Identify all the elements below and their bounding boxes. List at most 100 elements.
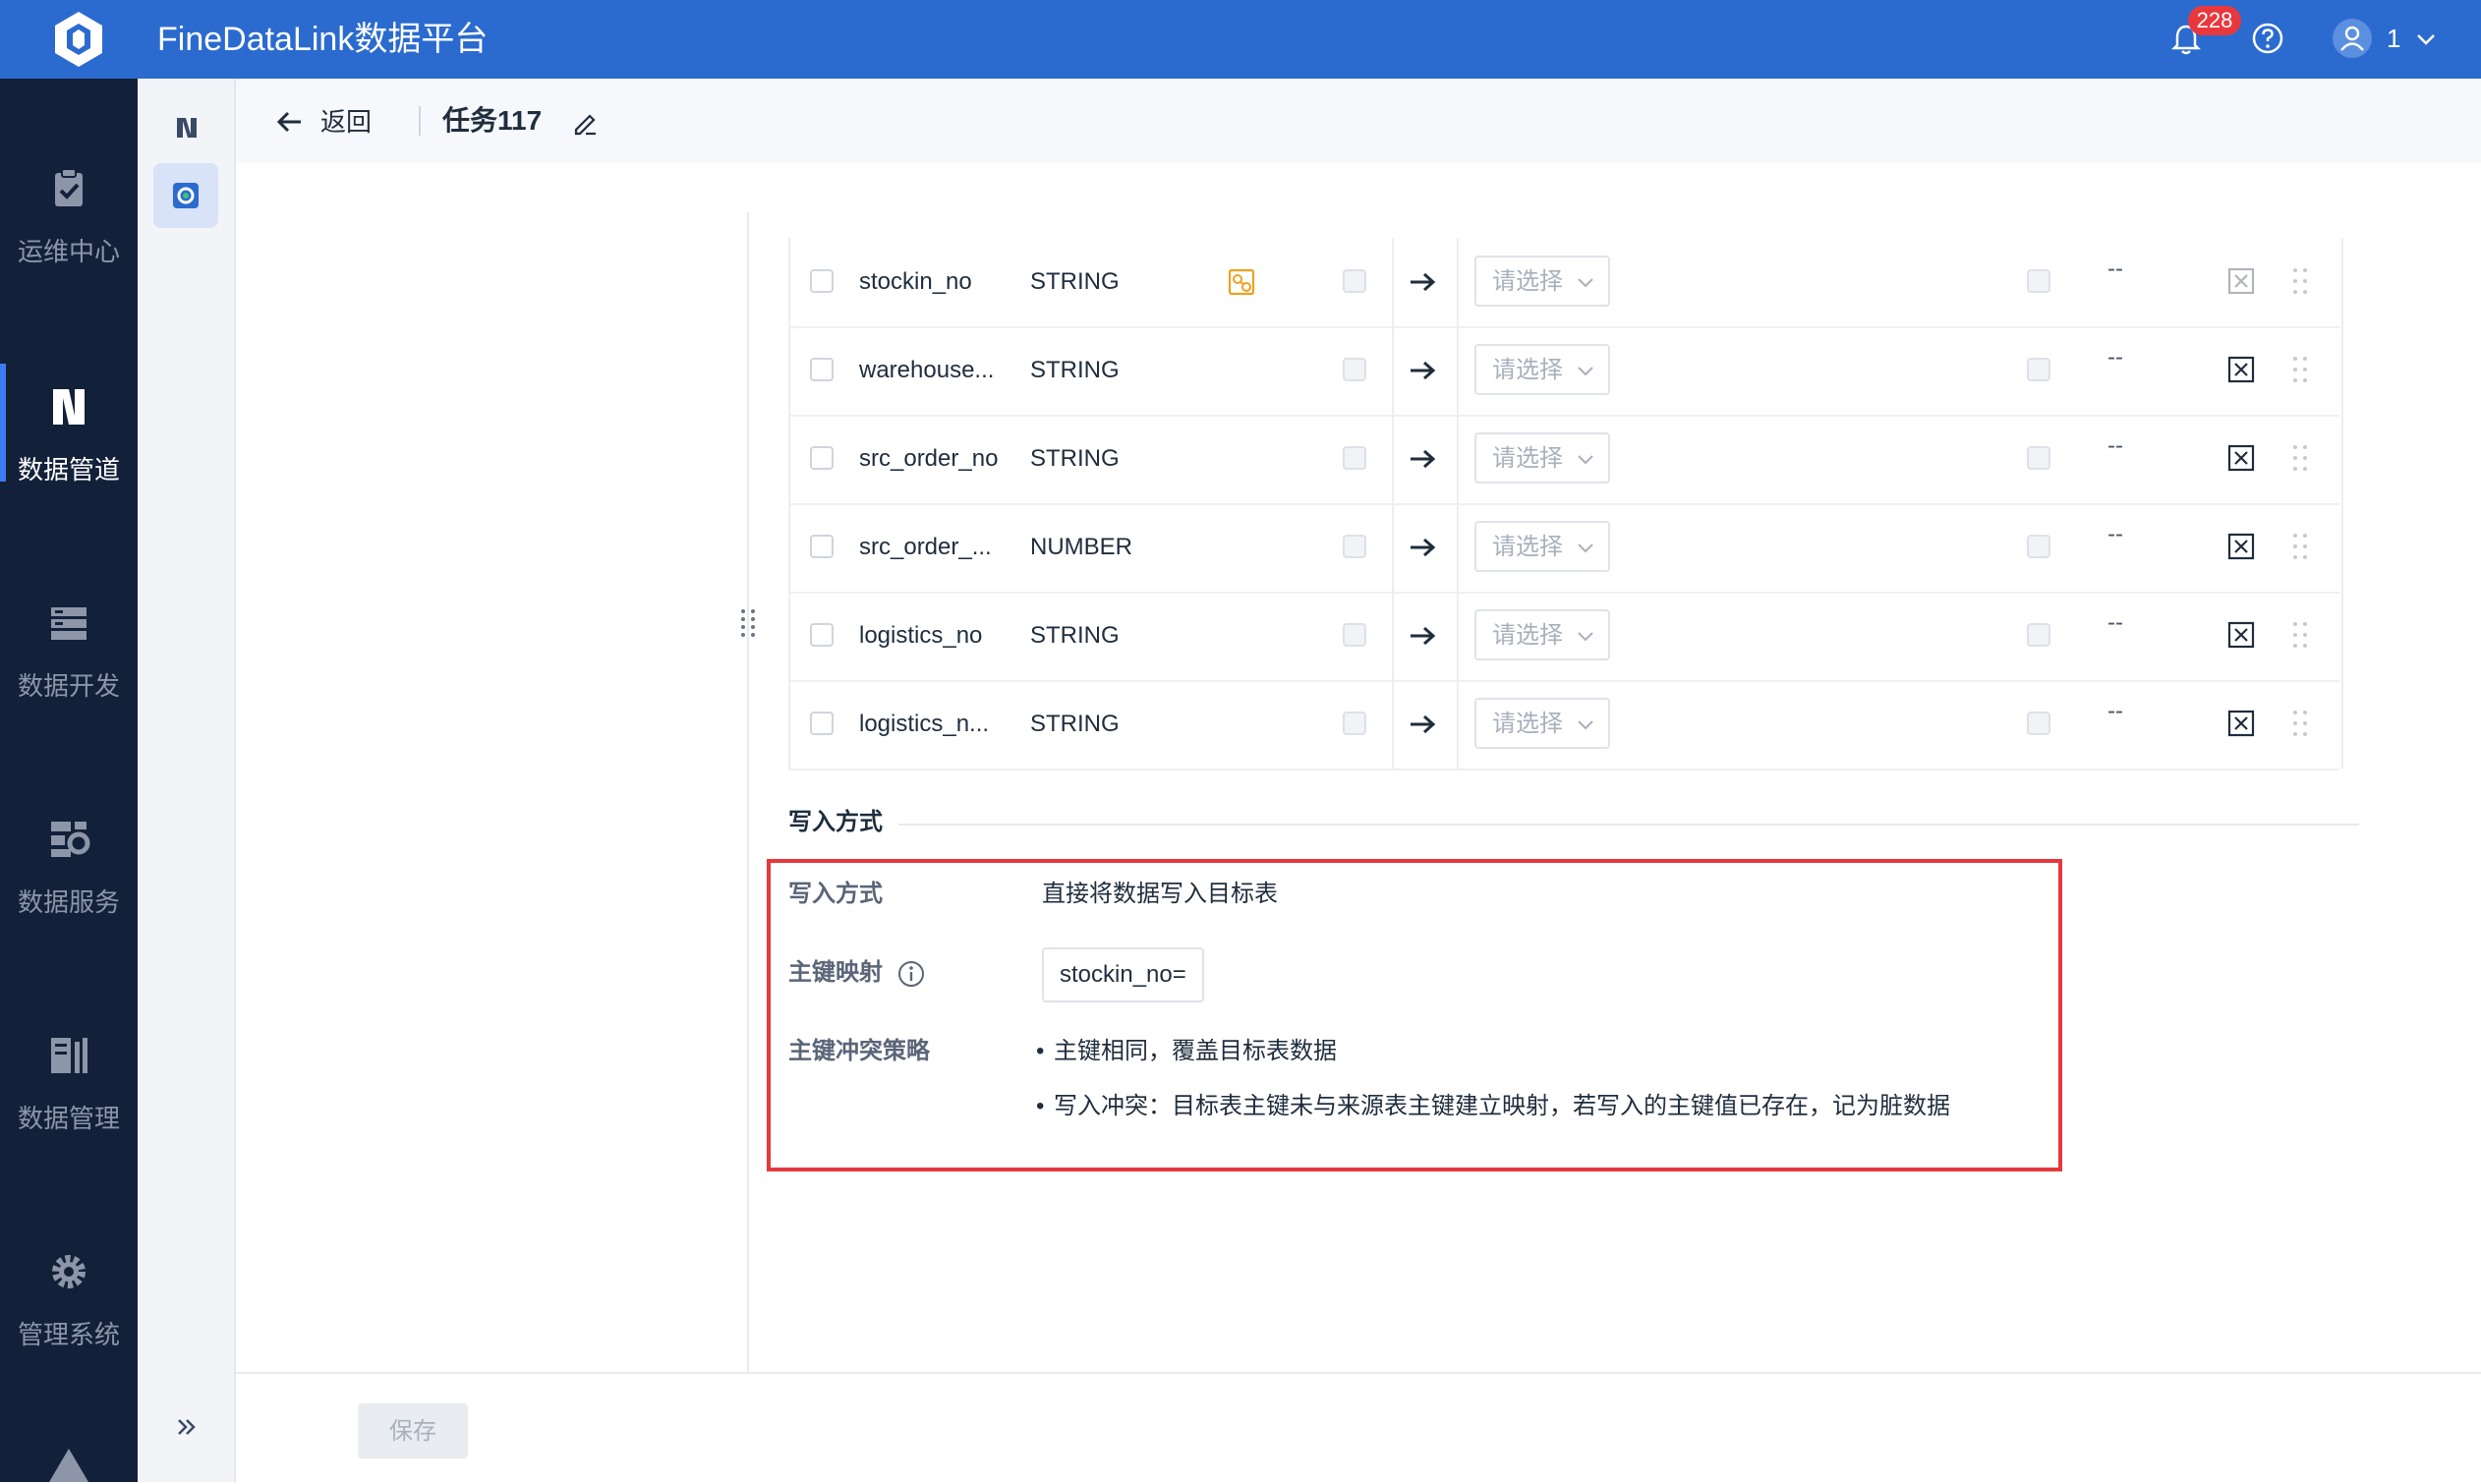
arrow-right-icon: [1411, 449, 1436, 469]
nullable-checkbox[interactable]: [1343, 623, 1366, 647]
target-checkbox[interactable]: [2027, 446, 2050, 470]
nav-label: 运维中心: [17, 237, 120, 266]
target-field: 请选择 --: [1457, 326, 2343, 415]
nullable-checkbox[interactable]: [1343, 446, 1366, 470]
target-field: 请选择 --: [1457, 238, 2343, 326]
drag-row-icon[interactable]: [2290, 442, 2310, 474]
target-field-select[interactable]: 请选择: [1474, 609, 1610, 660]
row-checkbox[interactable]: [810, 446, 834, 470]
expand-sidebar-icon[interactable]: [173, 1413, 201, 1441]
main-content: stockin_no STRING 请选择 -- warehouse... ST…: [236, 163, 2481, 1374]
top-bar: FineDataLink数据平台 228 1: [0, 0, 2481, 79]
select-placeholder: 请选择: [1492, 711, 1563, 737]
arrow-right-icon: [1411, 272, 1436, 292]
row-checkbox[interactable]: [810, 535, 834, 558]
nav-item-data-manage[interactable]: 数据管理: [0, 1012, 138, 1209]
delete-icon[interactable]: [2225, 354, 2257, 385]
nav-item-data-service[interactable]: 数据服务: [0, 796, 138, 993]
select-placeholder: 请选择: [1492, 445, 1563, 472]
delete-icon[interactable]: [2225, 619, 2257, 651]
gear-icon: [52, 1255, 86, 1288]
target-field: 请选择 --: [1457, 415, 2343, 503]
source-field: logistics_n... STRING: [788, 680, 1394, 769]
chevron-down-icon: [1578, 543, 1593, 553]
target-field-select[interactable]: 请选择: [1474, 256, 1610, 307]
save-button[interactable]: 保存: [358, 1403, 468, 1458]
info-icon[interactable]: [896, 959, 926, 989]
nav-label: 数据服务: [17, 887, 120, 917]
delete-icon[interactable]: [2225, 531, 2257, 562]
user-avatar-icon[interactable]: [2332, 18, 2373, 59]
source-field: src_order_no STRING: [788, 415, 1394, 503]
source-field: logistics_no STRING: [788, 592, 1394, 680]
pk-mapping-field[interactable]: stockin_no=: [1042, 947, 1204, 1002]
target-field-select[interactable]: 请选择: [1474, 521, 1610, 572]
target-checkbox[interactable]: [2027, 535, 2050, 558]
row-checkbox[interactable]: [810, 269, 834, 293]
sub-nav-active-item[interactable]: [153, 163, 218, 228]
field-name: stockin_no: [859, 268, 972, 295]
delete-icon[interactable]: [2225, 708, 2257, 739]
back-button[interactable]: 返回: [320, 106, 372, 138]
edit-icon[interactable]: [570, 108, 600, 138]
drag-row-icon[interactable]: [2290, 265, 2310, 297]
write-mode-value: 直接将数据写入目标表: [1042, 881, 1278, 907]
target-field-select[interactable]: 请选择: [1474, 432, 1610, 484]
row-checkbox[interactable]: [810, 358, 834, 381]
nav-item-data-pipeline[interactable]: 数据管道: [0, 364, 138, 560]
help-icon[interactable]: [2251, 22, 2284, 55]
drag-row-icon[interactable]: [2290, 531, 2310, 562]
chevron-down-icon[interactable]: [2412, 26, 2440, 53]
table-row: logistics_n... STRING 请选择 --: [788, 680, 2343, 771]
drag-row-icon[interactable]: [2290, 354, 2310, 385]
row-checkbox[interactable]: [810, 712, 834, 735]
page-header: 返回 任务117: [236, 79, 2481, 163]
chevron-down-icon: [1578, 278, 1593, 288]
field-type: STRING: [1030, 357, 1120, 383]
target-checkbox[interactable]: [2027, 712, 2050, 735]
write-section-title: 写入方式: [788, 809, 883, 835]
user-name[interactable]: 1: [2387, 22, 2400, 55]
left-nav: 运维中心 数据管道 数据开发 数据服务 数据管理 管理系统: [0, 79, 138, 1482]
drag-row-icon[interactable]: [2290, 619, 2310, 651]
nav-item-ops-center[interactable]: 运维中心: [0, 145, 138, 342]
target-field-select[interactable]: 请选择: [1474, 698, 1610, 749]
data-dev-icon: [51, 607, 87, 640]
nav-item-system[interactable]: 管理系统: [0, 1228, 138, 1425]
target-field: 请选择 --: [1457, 592, 2343, 680]
primary-key-icon[interactable]: [1227, 267, 1256, 297]
target-checkbox[interactable]: [2027, 623, 2050, 647]
write-mode-label: 写入方式: [788, 881, 883, 907]
table-row: src_order_no STRING 请选择 --: [788, 415, 2343, 505]
target-type: --: [2107, 256, 2123, 282]
chevron-down-icon: [1578, 367, 1593, 376]
app-logo-icon[interactable]: [47, 8, 110, 71]
nullable-checkbox[interactable]: [1343, 358, 1366, 381]
conflict-strategy-item: 主键相同，覆盖目标表数据: [1036, 1036, 1337, 1067]
pipeline-task-icon[interactable]: [173, 114, 201, 142]
target-field: 请选择 --: [1457, 680, 2343, 769]
drag-handle-icon[interactable]: [733, 605, 763, 641]
more-nav-icon[interactable]: [45, 1445, 92, 1482]
delete-icon[interactable]: [2225, 442, 2257, 474]
select-placeholder: 请选择: [1492, 622, 1563, 649]
row-checkbox[interactable]: [810, 623, 834, 647]
nav-item-data-dev[interactable]: 数据开发: [0, 580, 138, 776]
select-placeholder: 请选择: [1492, 357, 1563, 383]
target-field-select[interactable]: 请选择: [1474, 344, 1610, 395]
nav-label: 数据管道: [17, 455, 120, 485]
delete-icon[interactable]: [2225, 265, 2257, 297]
chevron-down-icon: [1578, 455, 1593, 465]
nullable-checkbox[interactable]: [1343, 712, 1366, 735]
drag-row-icon[interactable]: [2290, 708, 2310, 739]
target-type: --: [2107, 432, 2123, 459]
nav-label: 数据管理: [17, 1104, 120, 1133]
field-type: STRING: [1030, 622, 1120, 649]
target-type: --: [2107, 344, 2123, 371]
back-arrow-icon[interactable]: [275, 108, 305, 136]
source-field: src_order_... NUMBER: [788, 503, 1394, 592]
target-checkbox[interactable]: [2027, 269, 2050, 293]
nullable-checkbox[interactable]: [1343, 535, 1366, 558]
nullable-checkbox[interactable]: [1343, 269, 1366, 293]
target-checkbox[interactable]: [2027, 358, 2050, 381]
